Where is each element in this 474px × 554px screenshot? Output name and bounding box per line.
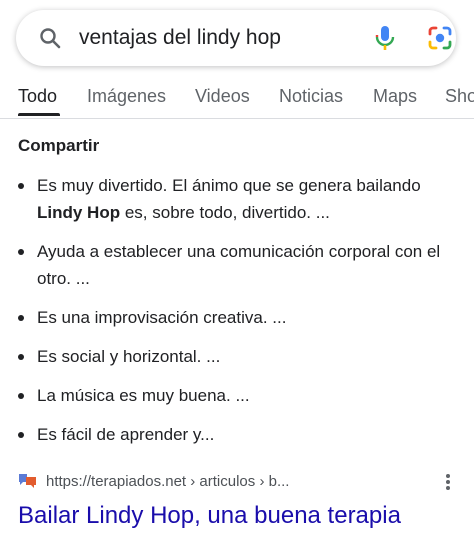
bullet-dot xyxy=(18,183,24,189)
bullet-text: Es muy divertido. El ánimo que se genera… xyxy=(37,176,421,195)
search-input[interactable]: ventajas del lindy hop xyxy=(79,24,281,52)
tab-imagenes[interactable]: Imágenes xyxy=(87,86,166,107)
site-favicon xyxy=(19,474,36,488)
bullet-dot xyxy=(18,249,24,255)
tab-noticias[interactable]: Noticias xyxy=(279,86,343,107)
bullet-text: Ayuda a establecer una comunicación corp… xyxy=(37,242,441,288)
list-item: Es fácil de aprender y... xyxy=(18,421,463,448)
bullet-list: Es muy divertido. El ánimo que se genera… xyxy=(18,172,463,460)
section-title: Compartir xyxy=(18,136,100,155)
list-item: Es social y horizontal. ... xyxy=(18,343,463,370)
tab-maps[interactable]: Maps xyxy=(373,86,417,107)
bullet-dot xyxy=(18,315,24,321)
list-item: Ayuda a establecer una comunicación corp… xyxy=(18,238,463,292)
bullet-text: es, sobre todo, divertido. ... xyxy=(120,203,330,222)
bullet-text: Es fácil de aprender y... xyxy=(37,425,215,444)
result-source[interactable]: https://terapiados.net › articulos › b..… xyxy=(18,472,289,490)
active-tab-indicator xyxy=(18,113,60,116)
tab-shopping[interactable]: Sho xyxy=(445,86,474,107)
bullet-dot xyxy=(18,354,24,360)
tab-todo[interactable]: Todo xyxy=(18,86,57,107)
result-title-link[interactable]: Bailar Lindy Hop, una buena terapia xyxy=(18,502,401,530)
list-item: Es una improvisación creativa. ... xyxy=(18,304,463,331)
tab-videos[interactable]: Videos xyxy=(195,86,250,107)
more-options-icon[interactable] xyxy=(440,472,456,492)
search-icon xyxy=(40,28,61,49)
mic-icon[interactable] xyxy=(373,24,397,52)
bullet-text: Es social y horizontal. ... xyxy=(37,347,221,366)
google-lens-icon[interactable] xyxy=(427,25,453,51)
search-bar[interactable]: ventajas del lindy hop xyxy=(16,10,456,66)
list-item: La música es muy buena. ... xyxy=(18,382,463,409)
bullet-dot xyxy=(18,393,24,399)
bullet-text: La música es muy buena. ... xyxy=(37,386,250,405)
result-url: https://terapiados.net › articulos › b..… xyxy=(46,472,290,490)
search-tabs: Todo Imágenes Videos Noticias Maps Sho xyxy=(0,80,474,119)
bullet-text: Es una improvisación creativa. ... xyxy=(37,308,287,327)
bullet-dot xyxy=(18,432,24,438)
list-item: Es muy divertido. El ánimo que se genera… xyxy=(18,172,463,226)
bullet-bold-text: Lindy Hop xyxy=(37,203,121,222)
